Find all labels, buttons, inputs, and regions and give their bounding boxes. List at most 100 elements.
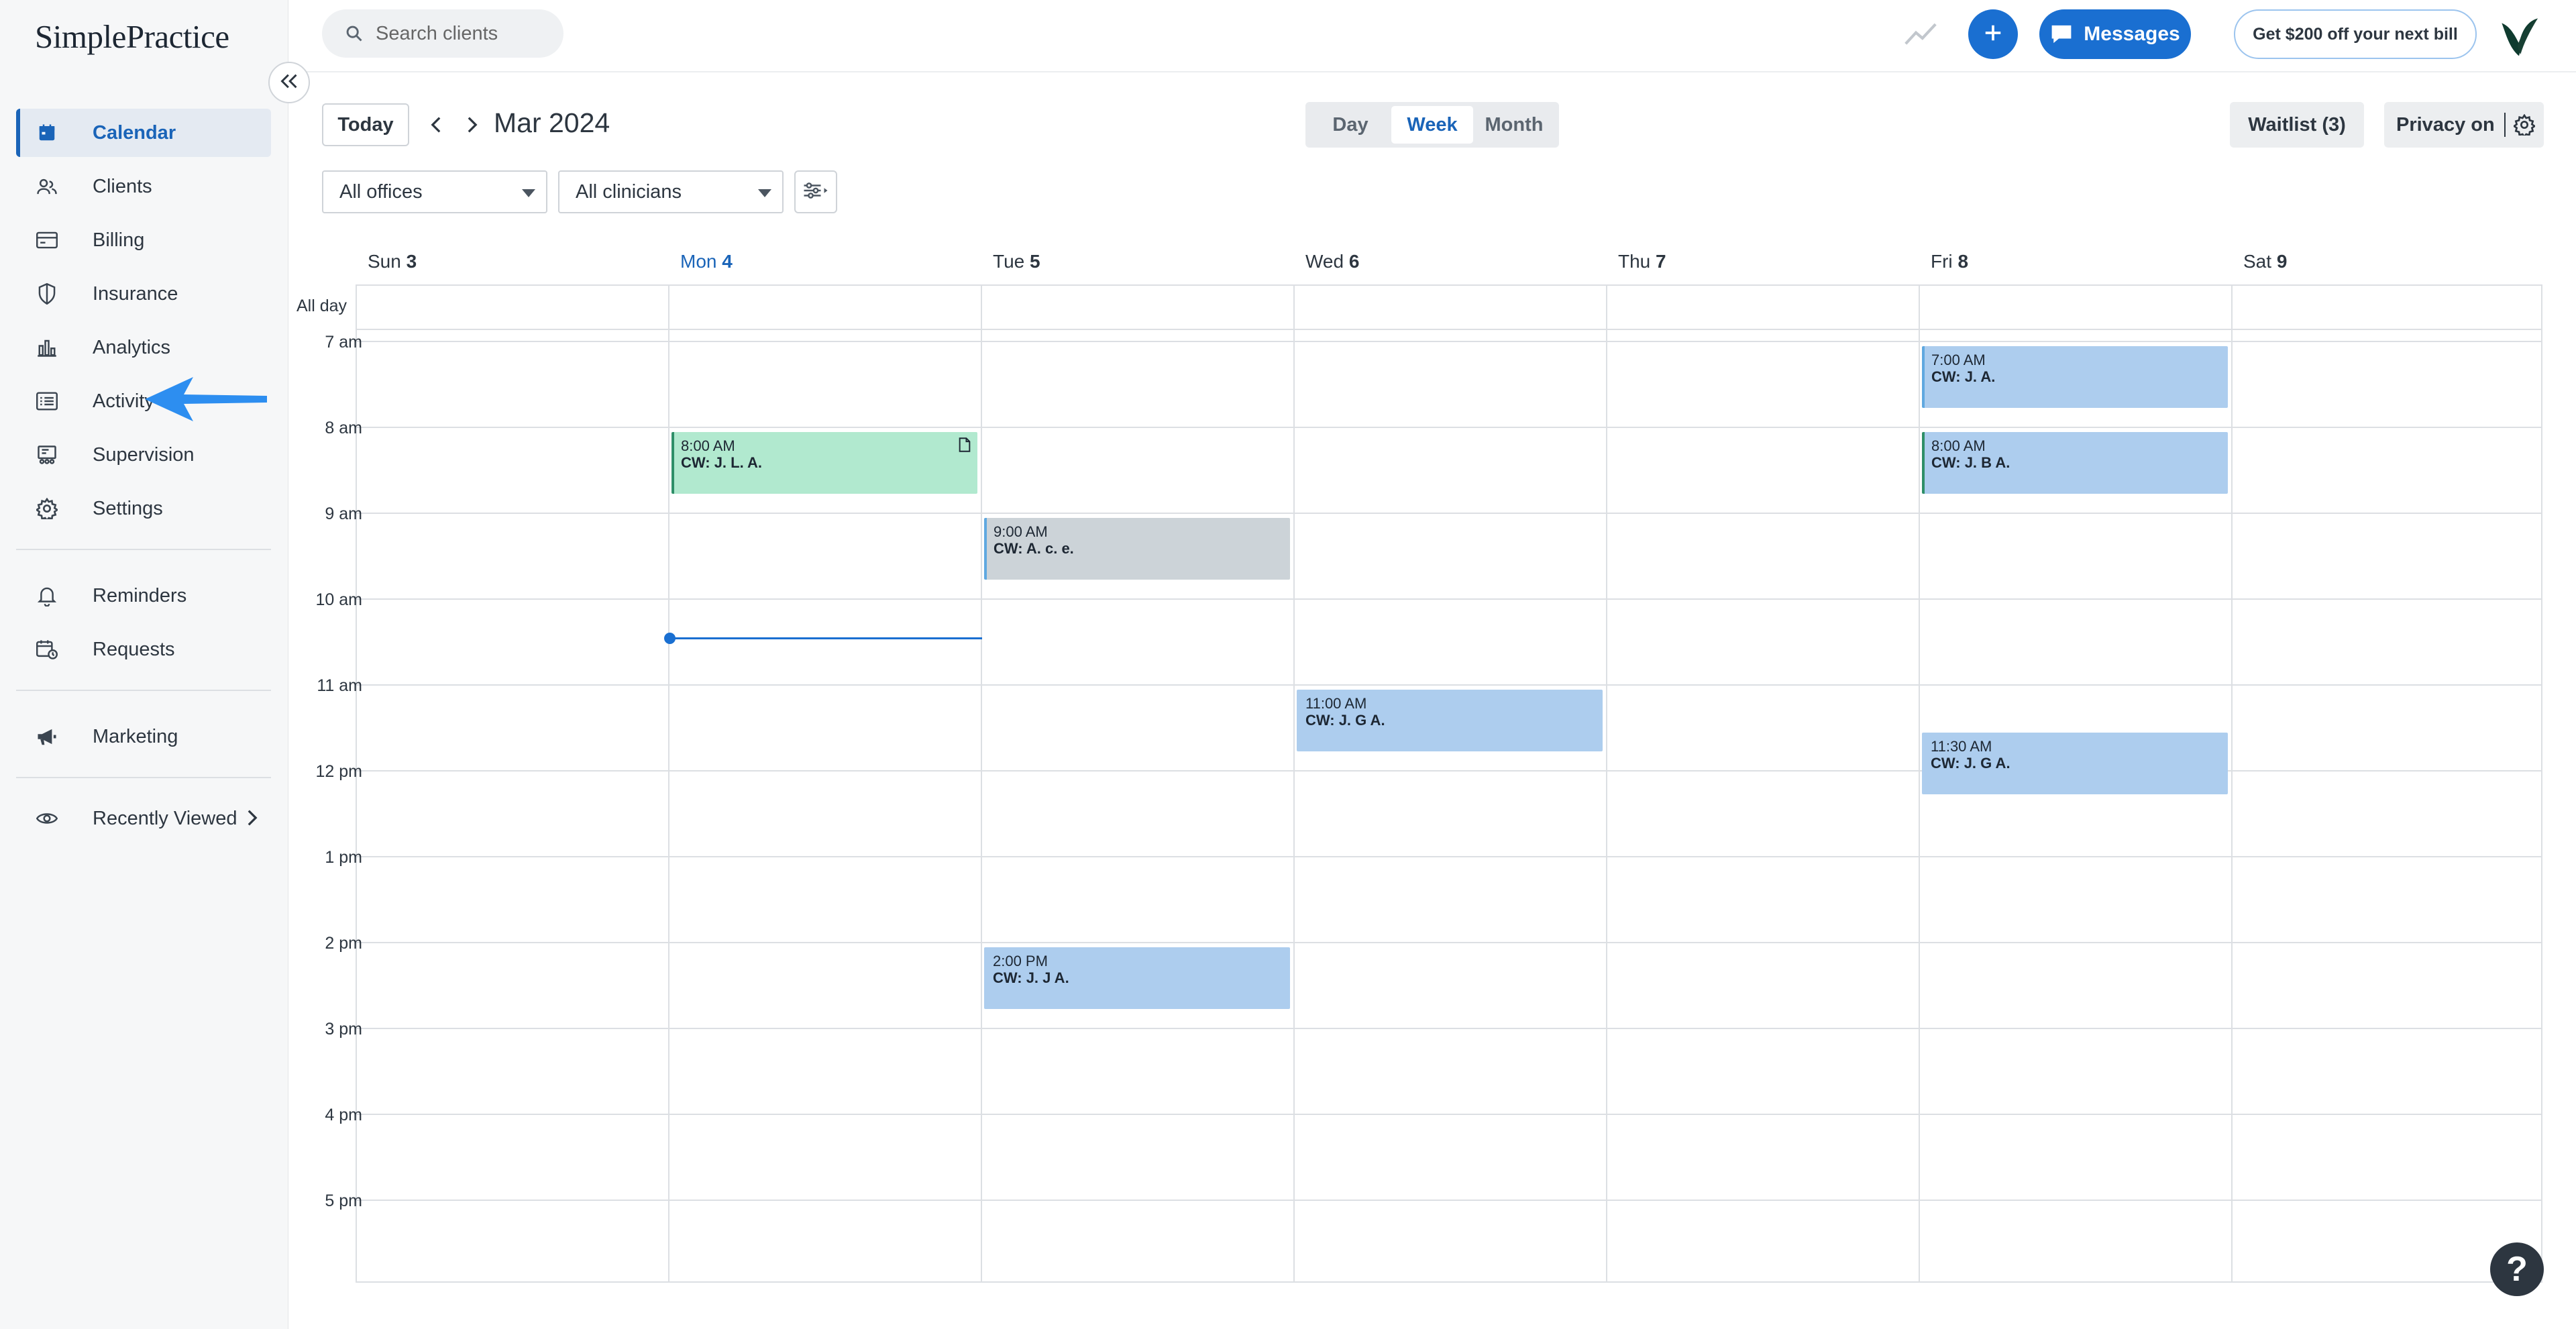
day-header-sat[interactable]: Sat 9 bbox=[2243, 251, 2287, 272]
appointment-event[interactable]: 11:00 AM CW: J. G A. bbox=[1297, 690, 1603, 751]
privacy-toggle-button[interactable]: Privacy on bbox=[2384, 102, 2544, 148]
day-header-fri[interactable]: Fri 8 bbox=[1931, 251, 1968, 272]
time-label: 9 am bbox=[325, 504, 362, 523]
next-week-button[interactable] bbox=[459, 110, 486, 140]
calendar-filter-button[interactable] bbox=[794, 170, 837, 213]
grid-line bbox=[356, 942, 2542, 943]
document-icon bbox=[959, 437, 971, 456]
day-header-mon[interactable]: Mon 4 bbox=[680, 251, 733, 272]
sidebar-divider bbox=[16, 549, 271, 550]
event-client: CW: J. J A. bbox=[993, 969, 1069, 986]
previous-week-button[interactable] bbox=[423, 110, 449, 140]
grid-line bbox=[356, 1028, 2542, 1029]
sidebar-item-label: Marketing bbox=[93, 725, 178, 747]
messages-label: Messages bbox=[2084, 23, 2180, 45]
clinicians-dropdown[interactable]: All clinicians bbox=[558, 170, 784, 213]
calendar-request-icon bbox=[32, 635, 62, 664]
sidebar-item-label: Billing bbox=[93, 229, 145, 251]
sidebar-item-label: Reminders bbox=[93, 584, 187, 606]
bar-chart-icon bbox=[32, 333, 62, 362]
current-time-line bbox=[669, 637, 982, 639]
day-header-sun[interactable]: Sun 3 bbox=[368, 251, 417, 272]
grid-line bbox=[356, 284, 2542, 286]
sidebar-item-insurance[interactable]: Insurance bbox=[16, 270, 271, 318]
search-input[interactable] bbox=[376, 22, 550, 45]
sidebar-item-analytics[interactable]: Analytics bbox=[16, 323, 271, 372]
appointment-event[interactable]: 8:00 AM CW: J. L. A. bbox=[672, 432, 977, 494]
sidebar-item-marketing[interactable]: Marketing bbox=[16, 712, 271, 761]
sidebar-item-recently-viewed[interactable]: Recently Viewed bbox=[16, 794, 271, 843]
sidebar-item-supervision[interactable]: Supervision bbox=[16, 431, 271, 479]
grid-line bbox=[1606, 284, 1607, 1283]
app-logo[interactable]: SimplePractice bbox=[35, 17, 229, 56]
grid-line bbox=[356, 1281, 2542, 1283]
appointment-event[interactable]: 9:00 AM CW: A. c. e. bbox=[984, 518, 1290, 580]
week-calendar: Sun 3 Mon 4 Tue 5 Wed 6 Thu 7 Fri 8 Sat … bbox=[288, 242, 2542, 1283]
time-label: 5 pm bbox=[325, 1191, 362, 1210]
grid-line bbox=[356, 598, 2542, 600]
today-button[interactable]: Today bbox=[322, 103, 409, 146]
view-month-button[interactable]: Month bbox=[1473, 106, 1555, 144]
time-label: 10 am bbox=[315, 590, 362, 609]
appointment-event[interactable]: 11:30 AM CW: J. G A. bbox=[1922, 733, 2228, 794]
avatar[interactable] bbox=[2496, 12, 2542, 59]
sidebar-item-label: Clients bbox=[93, 175, 152, 197]
privacy-divider bbox=[2504, 113, 2506, 137]
eye-icon bbox=[32, 804, 62, 833]
event-time: 7:00 AM bbox=[1931, 352, 1986, 368]
collapse-sidebar-button[interactable] bbox=[268, 62, 310, 103]
day-header-wed[interactable]: Wed 6 bbox=[1305, 251, 1359, 272]
grid-line bbox=[356, 684, 2542, 686]
sidebar-item-reminders[interactable]: Reminders bbox=[16, 572, 271, 620]
sidebar-item-settings[interactable]: Settings bbox=[16, 484, 271, 533]
offices-dropdown[interactable]: All offices bbox=[322, 170, 547, 213]
time-label: 7 am bbox=[325, 333, 362, 352]
chevron-left-icon bbox=[431, 117, 441, 133]
waitlist-button[interactable]: Waitlist (3) bbox=[2230, 102, 2364, 148]
add-new-button[interactable] bbox=[1968, 9, 2018, 59]
day-header-tue[interactable]: Tue 5 bbox=[993, 251, 1040, 272]
grid-line bbox=[2541, 284, 2542, 1283]
megaphone-icon bbox=[32, 722, 62, 751]
search-icon bbox=[345, 24, 364, 43]
search-box[interactable] bbox=[322, 9, 564, 58]
time-label: 3 pm bbox=[325, 1020, 362, 1039]
gear-icon[interactable] bbox=[2513, 114, 2535, 136]
time-label: 2 pm bbox=[325, 934, 362, 953]
event-client: CW: J. A. bbox=[1931, 368, 1996, 385]
grid-line bbox=[356, 329, 2542, 330]
chat-bubble-icon bbox=[2051, 25, 2072, 44]
month-title: Mar 2024 bbox=[494, 107, 610, 138]
promo-button[interactable]: Get $200 off your next bill bbox=[2234, 9, 2477, 59]
caret-down-icon bbox=[522, 189, 535, 197]
sidebar-item-label: Calendar bbox=[93, 121, 176, 144]
offices-value: All offices bbox=[339, 180, 423, 203]
double-chevron-left-icon bbox=[280, 73, 299, 93]
sidebar-item-clients[interactable]: Clients bbox=[16, 162, 271, 211]
chevron-right-icon bbox=[247, 809, 258, 830]
event-client: CW: J. B A. bbox=[1931, 454, 2010, 471]
annotation-arrow bbox=[144, 376, 268, 426]
sidebar-item-billing[interactable]: Billing bbox=[16, 216, 271, 264]
time-label: 12 pm bbox=[315, 762, 362, 781]
view-week-button[interactable]: Week bbox=[1391, 106, 1473, 144]
appointment-event[interactable]: 2:00 PM CW: J. J A. bbox=[984, 947, 1290, 1009]
appointment-event[interactable]: 7:00 AM CW: J. A. bbox=[1922, 346, 2228, 408]
trend-icon[interactable] bbox=[1904, 19, 1937, 52]
day-header-thu[interactable]: Thu 7 bbox=[1618, 251, 1666, 272]
sidebar-item-calendar[interactable]: Calendar bbox=[16, 109, 271, 157]
help-button[interactable]: ? bbox=[2490, 1242, 2544, 1296]
event-time: 11:30 AM bbox=[1931, 738, 1992, 755]
sidebar-item-requests[interactable]: Requests bbox=[16, 625, 271, 674]
view-day-button[interactable]: Day bbox=[1309, 106, 1391, 144]
time-label: 4 pm bbox=[325, 1106, 362, 1124]
chevron-right-icon bbox=[468, 117, 478, 133]
grid-line bbox=[981, 284, 982, 1283]
messages-button[interactable]: Messages bbox=[2039, 9, 2191, 59]
event-client: CW: J. G A. bbox=[1931, 755, 2010, 772]
event-time: 8:00 AM bbox=[1931, 437, 1986, 454]
appointment-event[interactable]: 8:00 AM CW: J. B A. bbox=[1922, 432, 2228, 494]
shield-icon bbox=[32, 279, 62, 309]
grid-line bbox=[356, 513, 2542, 514]
event-time: 9:00 AM bbox=[994, 523, 1048, 540]
